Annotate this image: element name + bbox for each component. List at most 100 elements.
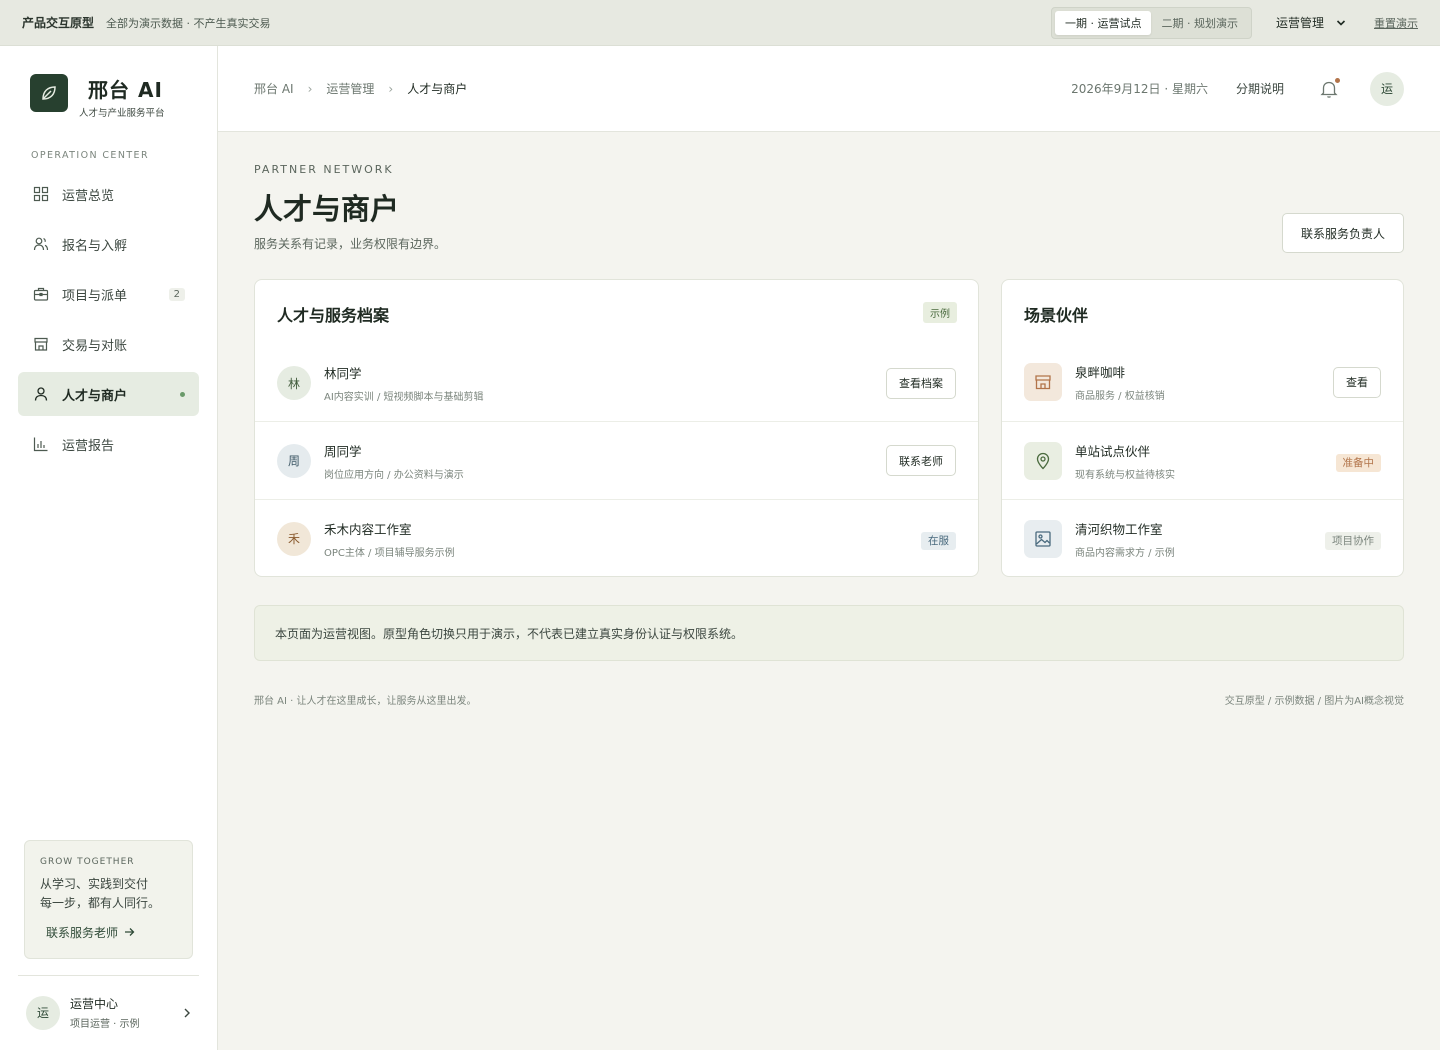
avatar[interactable]: 运: [1370, 71, 1404, 106]
sidebar-item-talent-merchants[interactable]: 人才与商户: [18, 372, 199, 416]
row-desc: 现有系统与权益待核实: [1075, 469, 1175, 481]
top-bar: 产品交互原型 全部为演示数据 · 不产生真实交易 一期 · 运营试点 二期 · …: [0, 0, 1440, 46]
role-select-label: 运营管理: [1275, 16, 1324, 30]
role-select[interactable]: 运营管理: [1276, 14, 1346, 31]
grow-line-2: 每一步，都有人同行。: [40, 896, 161, 910]
card-title: 场景伙伴: [1024, 306, 1089, 325]
row-desc: 岗位应用方向 / 办公资料与演示: [324, 469, 464, 481]
active-indicator-dot: [180, 391, 185, 397]
breadcrumb-home[interactable]: 邢台 AI: [254, 80, 294, 97]
list-item: 周 周同学 岗位应用方向 / 办公资料与演示 联系老师: [255, 421, 978, 499]
page-header: 邢台 AI › 运营管理 › 人才与商户 2026年9月12日 · 星期六 分期…: [218, 46, 1440, 132]
chevron-right-icon: ›: [388, 81, 394, 96]
image-icon: [1024, 519, 1062, 558]
breadcrumb-operations[interactable]: 运营管理: [326, 80, 374, 97]
page-subtitle: 服务关系有记录，业务权限有边界。: [254, 237, 447, 251]
row-name: 泉畔咖啡: [1075, 365, 1126, 380]
status-badge: 项目协作: [1325, 532, 1381, 550]
row-desc: 商品服务 / 权益核销: [1075, 391, 1165, 402]
sidebar-item-label: 运营报告: [62, 438, 115, 454]
row-desc: AI内容实训 / 短视频脚本与基础剪辑: [324, 392, 484, 403]
demo-note: 全部为演示数据 · 不产生真实交易: [106, 16, 271, 30]
phase-option-1[interactable]: 一期 · 运营试点: [1054, 10, 1152, 35]
user-icon: [32, 385, 50, 403]
brand-subtitle: 人才与产业服务平台: [79, 108, 165, 119]
sidebar-item-label: 项目与派单: [62, 288, 128, 304]
avatar: 运: [26, 995, 60, 1030]
leaf-logo-icon: [30, 74, 68, 112]
store-icon: [1024, 363, 1062, 401]
sidebar-item-label: 交易与对账: [62, 338, 128, 354]
avatar: 禾: [277, 521, 311, 556]
sidebar-item-label: 人才与商户: [62, 388, 128, 404]
talent-profiles-card: 人才与服务档案 示例 林 林同学 AI内容实训 / 短视频脚本与基础剪辑 查看档…: [254, 279, 979, 577]
notifications-button[interactable]: [1320, 77, 1340, 99]
operations-notice: 本页面为运营视图。原型角色切换只用于演示，不代表已建立真实身份认证与权限系统。: [254, 605, 1404, 661]
footer-slogan: 邢台 AI · 让人才在这里成长，让服务从这里出发。: [254, 696, 477, 707]
avatar: 林: [277, 366, 311, 400]
store-icon: [32, 335, 50, 353]
prototype-title: 产品交互原型: [22, 16, 95, 30]
row-name: 林同学: [324, 366, 362, 381]
sidebar-nav: 运营总览 报名与入孵 项目与派单 2 交易与对账 人才与商户 运营报告: [18, 172, 199, 472]
list-item: 泉畔咖啡 商品服务 / 权益核销 查看: [1002, 343, 1403, 421]
briefcase-icon: [32, 285, 50, 303]
sidebar-item-label: 报名与入孵: [62, 238, 128, 254]
reset-demo-link[interactable]: 重置演示: [1374, 15, 1418, 31]
row-name: 单站试点伙伴: [1075, 443, 1151, 459]
chevron-down-icon: [1336, 19, 1346, 26]
user-name: 运营中心: [70, 997, 119, 1011]
breadcrumb-current: 人才与商户: [407, 82, 468, 96]
chevron-right-icon: ›: [307, 81, 313, 96]
grow-kicker: GROW TOGETHER: [40, 857, 135, 867]
phase-switch: 一期 · 运营试点 二期 · 规划演示: [1050, 6, 1252, 39]
row-desc: 商品内容需求方 / 示例: [1075, 547, 1175, 559]
status-badge: 在服: [921, 532, 956, 550]
grow-line-1: 从学习、实践到交付: [40, 877, 149, 891]
contact-teacher-label: 联系服务老师: [46, 926, 119, 940]
status-badge: 准备中: [1335, 454, 1381, 472]
footer-disclaimer: 交互原型 / 示例数据 / 图片为AI概念视觉: [1224, 696, 1404, 707]
grow-together-card: GROW TOGETHER 从学习、实践到交付 每一步，都有人同行。 联系服务老…: [24, 840, 193, 959]
row-name: 禾木内容工作室: [324, 521, 412, 537]
sidebar-item-overview[interactable]: 运营总览: [18, 172, 199, 216]
row-name: 清河织物工作室: [1075, 521, 1163, 537]
brand-name: 邢台 AI: [88, 78, 163, 102]
sidebar-item-projects[interactable]: 项目与派单 2: [18, 272, 199, 316]
chevron-right-icon: [184, 1008, 190, 1017]
count-badge: 2: [168, 287, 185, 301]
sidebar-item-label: 运营总览: [62, 188, 115, 204]
list-item: 林 林同学 AI内容实训 / 短视频脚本与基础剪辑 查看档案: [255, 344, 978, 422]
sidebar-item-transactions[interactable]: 交易与对账: [18, 322, 199, 366]
page-title: 人才与商户: [254, 192, 400, 226]
sample-tag: 示例: [923, 302, 957, 323]
section-kicker: PARTNER NETWORK: [254, 163, 394, 176]
arrow-right-icon: [124, 926, 135, 940]
user-role: 项目运营 · 示例: [70, 1019, 140, 1030]
list-item: 禾 禾木内容工作室 OPC主体 / 项目辅导服务示例 在服: [255, 499, 978, 577]
brand[interactable]: 邢台 AI 人才与产业服务平台: [30, 74, 165, 119]
sidebar: 邢台 AI 人才与产业服务平台 OPERATION CENTER 运营总览 报名…: [0, 46, 218, 1050]
bar-chart-icon: [32, 435, 50, 453]
list-item: 清河织物工作室 商品内容需求方 / 示例 项目协作: [1002, 499, 1403, 577]
contact-teacher-button[interactable]: 联系老师: [886, 445, 956, 476]
current-date: 2026年9月12日 · 星期六: [1071, 82, 1208, 96]
sidebar-item-enrollment[interactable]: 报名与入孵: [18, 222, 199, 266]
row-desc: OPC主体 / 项目辅导服务示例: [324, 547, 455, 559]
notification-dot: [1335, 77, 1340, 83]
view-profile-button[interactable]: 查看档案: [886, 367, 956, 399]
breadcrumb: 邢台 AI › 运营管理 › 人才与商户: [254, 80, 467, 97]
contact-service-lead-button[interactable]: 联系服务负责人: [1282, 213, 1404, 253]
phase-info-link[interactable]: 分期说明: [1236, 80, 1284, 97]
contact-teacher-link[interactable]: 联系服务老师: [40, 924, 177, 941]
view-partner-button[interactable]: 查看: [1333, 366, 1381, 398]
grid-icon: [32, 185, 50, 203]
row-name: 周同学: [324, 443, 362, 459]
avatar: 周: [277, 443, 311, 478]
sidebar-item-reports[interactable]: 运营报告: [18, 422, 199, 466]
user-menu[interactable]: 运 运营中心 项目运营 · 示例: [18, 975, 199, 1030]
card-title: 人才与服务档案: [277, 306, 390, 325]
list-item: 单站试点伙伴 现有系统与权益待核实 准备中: [1002, 421, 1403, 499]
phase-option-2[interactable]: 二期 · 规划演示: [1151, 11, 1248, 35]
section-label: OPERATION CENTER: [31, 150, 149, 161]
